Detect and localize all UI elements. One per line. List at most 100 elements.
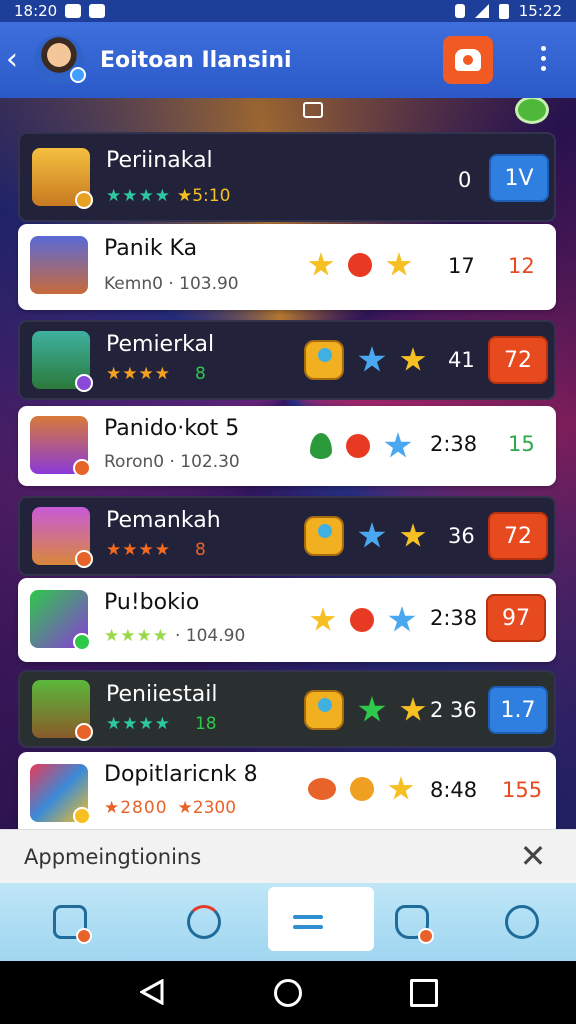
avatar-badge: [70, 67, 86, 83]
nav-bag[interactable]: [384, 897, 440, 947]
bag-icon: [395, 905, 434, 944]
player-number: 0: [458, 168, 472, 192]
rank-badge-icon: [75, 374, 93, 392]
rating-value: 8: [194, 540, 206, 560]
reward-icons: [310, 432, 412, 460]
player-avatar: [30, 236, 88, 294]
player-number: 2:38: [430, 432, 478, 456]
gem-icon: [346, 434, 370, 458]
player-name: Pu!bokio: [104, 590, 200, 615]
leaf-icon: [310, 433, 332, 459]
rating-value: · 104.90: [174, 626, 246, 646]
player-name: Panido·kot 5: [104, 416, 240, 441]
medal-icon: [304, 340, 344, 380]
player-avatar: [32, 331, 93, 392]
reward-icons: [308, 252, 412, 278]
status-bar: 18:20 15:22: [0, 0, 576, 22]
notice-banner: Appmeingtionins ✕: [0, 829, 576, 883]
reward-icons: [308, 776, 414, 802]
robot-icon: [455, 49, 481, 71]
system-navigation: [0, 961, 576, 1024]
list-item[interactable]: Panido·kot 5 Roron0 · 102.30 2:38 15: [18, 406, 556, 486]
chevron-left-icon[interactable]: ‹: [6, 45, 30, 75]
medal-icon: [304, 516, 344, 556]
list-item[interactable]: Peniiestail ★★★★ 18 2 36 1.7: [18, 670, 556, 748]
rank-badge-icon: [73, 459, 91, 477]
signal-icon: [474, 4, 489, 18]
player-number: 8:48: [430, 778, 478, 802]
list-item[interactable]: Pu!bokio ★★★★ · 104.90 2:38 97: [18, 578, 556, 662]
player-avatar: [32, 148, 93, 209]
player-avatar: [32, 507, 93, 568]
home-button[interactable]: [274, 979, 302, 1007]
rating-stars: ★2800: [104, 798, 168, 818]
rating-stars: ★★★★: [106, 540, 171, 560]
reward-icons: [304, 516, 426, 556]
player-avatar: [30, 764, 91, 825]
player-number: 36: [448, 524, 475, 548]
reward-icons: [310, 606, 416, 634]
recents-button[interactable]: [410, 979, 438, 1007]
player-meta: ★★★★ · 104.90: [104, 626, 245, 646]
rating-value: ★5:10: [176, 186, 231, 206]
player-meta: Kemn0 · 103.90: [104, 274, 239, 294]
avatar[interactable]: [34, 35, 86, 85]
rank-badge-icon: [75, 191, 93, 209]
status-right-time: 15:22: [518, 2, 562, 20]
star-icon: [400, 523, 426, 547]
robot-button[interactable]: [443, 36, 493, 84]
battery-icon: [498, 3, 509, 19]
star-icon: [388, 606, 416, 632]
score-value: 12: [508, 254, 535, 278]
player-name: Periinakal: [106, 148, 213, 173]
medal-icon: [304, 690, 344, 730]
score-button[interactable]: 97: [486, 594, 546, 642]
page-title: Eoitoan Ilansini: [100, 47, 292, 73]
score-button[interactable]: 72: [488, 512, 548, 560]
rating-value: 18: [194, 714, 217, 734]
player-name: Pemierkal: [106, 332, 215, 357]
close-icon[interactable]: ✕: [518, 840, 548, 872]
player-name: Peniiestail: [106, 682, 218, 707]
score-value: 155: [502, 778, 543, 802]
player-meta: Roron0 · 102.30: [104, 452, 240, 472]
player-meta: ★★★★ 18: [106, 714, 217, 734]
player-number: 41: [448, 348, 475, 372]
bottom-nav: [0, 883, 576, 961]
score-button[interactable]: 1V: [489, 154, 549, 202]
tab-icon[interactable]: [303, 102, 323, 118]
list-item[interactable]: Dopitlaricnk 8 ★2800 ★2300 8:48 155: [18, 752, 556, 829]
player-number: 17: [448, 254, 475, 278]
score-button[interactable]: 1.7: [488, 686, 548, 734]
nav-refresh[interactable]: [176, 897, 232, 947]
gem-icon: [348, 253, 372, 277]
star-icon: [358, 696, 386, 722]
list-item[interactable]: Pemierkal ★★★★ 8 41 72: [18, 320, 556, 400]
rank-badge-icon: [73, 633, 91, 651]
menu-icon: [291, 905, 325, 939]
star-icon: [384, 432, 412, 458]
nav-profile[interactable]: [494, 897, 550, 947]
list-item[interactable]: Panik Ka Kemn0 · 103.90 17 12: [18, 224, 556, 310]
player-avatar: [30, 590, 91, 651]
more-vertical-icon[interactable]: [536, 46, 550, 71]
player-name: Pemankah: [106, 508, 221, 533]
rank-badge-icon: [75, 723, 93, 741]
player-number: 2:38: [430, 606, 478, 630]
rating-stars: ★★★★: [104, 626, 169, 646]
medal-icon: [350, 777, 374, 801]
rank-badge-icon: [73, 807, 91, 825]
score-value: 15: [508, 432, 535, 456]
list-item[interactable]: Periinakal ★★★★ ★5:10 0 1V: [18, 132, 556, 222]
list-item[interactable]: Pemankah ★★★★ 8 36 72: [18, 496, 556, 576]
back-icon[interactable]: [140, 979, 164, 1005]
star-icon: [358, 346, 386, 372]
nav-home[interactable]: [42, 897, 98, 947]
rating-value: 8: [194, 364, 206, 384]
app-bar: ‹ Eoitoan Ilansini: [0, 22, 576, 98]
nav-menu[interactable]: [280, 897, 336, 947]
player-avatar: [30, 416, 91, 477]
player-name: Dopitlaricnk 8: [104, 762, 258, 787]
score-button[interactable]: 72: [488, 336, 548, 384]
star-icon: [310, 607, 336, 631]
